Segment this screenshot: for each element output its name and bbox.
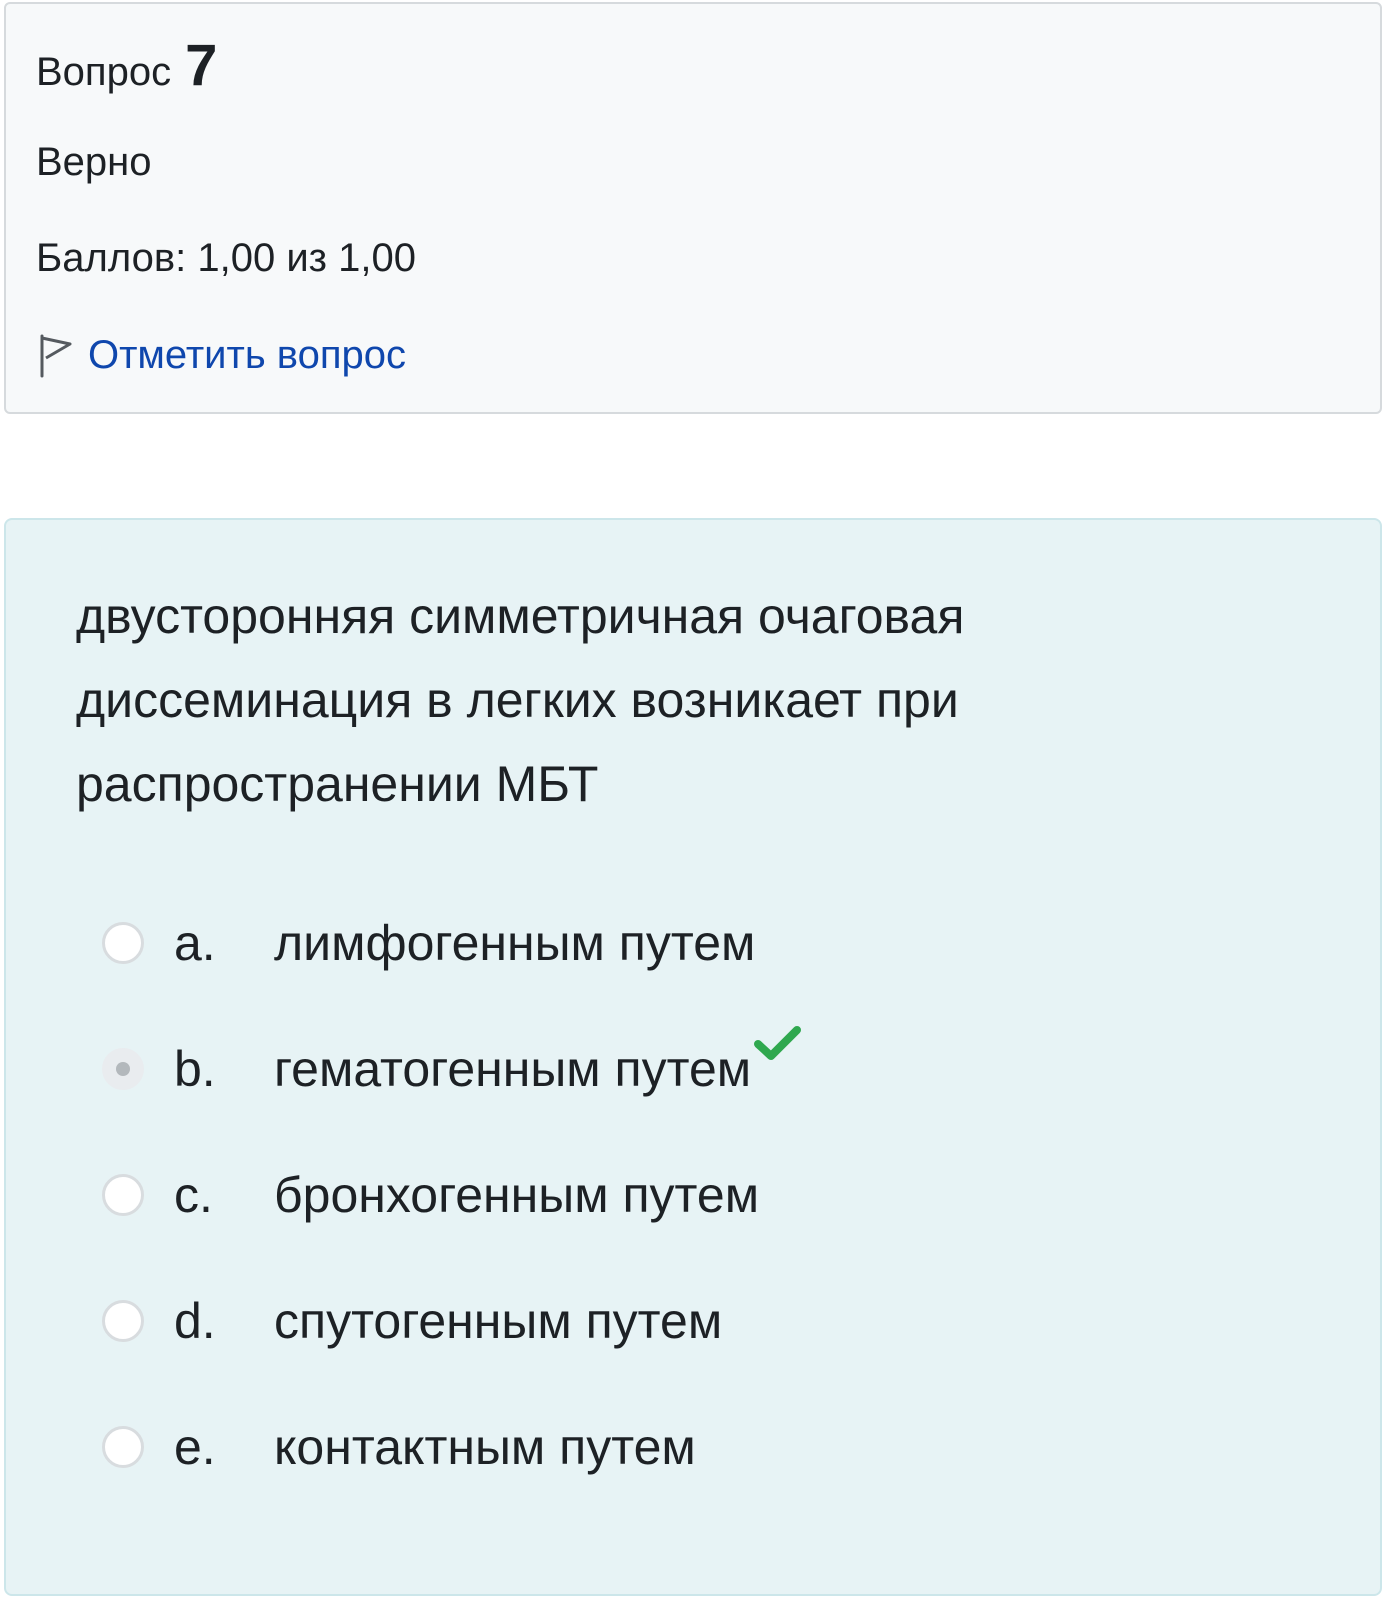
question-header: Вопрос 7 [36,32,217,99]
flag-icon [36,332,74,378]
answer-radio-b[interactable] [102,1048,144,1090]
answer-letter: c. [174,1167,213,1223]
answer-list: a. лимфогенным путем b. гематогенным пут… [102,880,1302,1510]
question-label: Вопрос [36,50,172,94]
answer-text: спутогенным путем [274,1292,722,1350]
answer-radio-e[interactable] [102,1426,144,1468]
flag-question-link[interactable]: Отметить вопрос [36,332,406,378]
radio-selected-dot [116,1062,130,1076]
answer-label: гематогенным путем [274,1041,752,1097]
answer-option-d[interactable]: d. спутогенным путем [102,1258,1302,1384]
answer-radio-d[interactable] [102,1300,144,1342]
answer-radio-a[interactable] [102,922,144,964]
answer-label: лимфогенным путем [274,915,756,971]
flag-question-label: Отметить вопрос [88,332,406,377]
answer-label: спутогенным путем [274,1293,723,1349]
answer-label: бронхогенным путем [274,1167,760,1223]
answer-option-b[interactable]: b. гематогенным путем [102,1006,1302,1132]
answer-label: контактным путем [274,1419,696,1475]
question-grade: Баллов: 1,00 из 1,00 [36,236,416,280]
answer-option-e[interactable]: e. контактным путем [102,1384,1302,1510]
answer-radio-c[interactable] [102,1174,144,1216]
question-state: Верно [36,140,152,184]
answer-option-a[interactable]: a. лимфогенным путем [102,880,1302,1006]
answer-option-c[interactable]: c. бронхогенным путем [102,1132,1302,1258]
question-info-panel: Вопрос 7 Верно Баллов: 1,00 из 1,00 Отме… [4,2,1382,414]
answer-letter: b. [174,1041,216,1097]
checkmark-icon [753,1018,803,1060]
question-number: 7 [185,33,218,98]
answer-text: лимфогенным путем [274,914,755,972]
answer-letter: a. [174,915,216,971]
answer-letter: e. [174,1419,216,1475]
answer-letter: d. [174,1293,216,1349]
answer-text: бронхогенным путем [274,1166,759,1224]
answer-text: контактным путем [274,1418,696,1476]
question-content-panel: двусторонняя симметричная очаговая диссе… [4,518,1382,1596]
question-text: двусторонняя симметричная очаговая диссе… [76,588,965,812]
answer-text: гематогенным путем [274,1026,803,1098]
